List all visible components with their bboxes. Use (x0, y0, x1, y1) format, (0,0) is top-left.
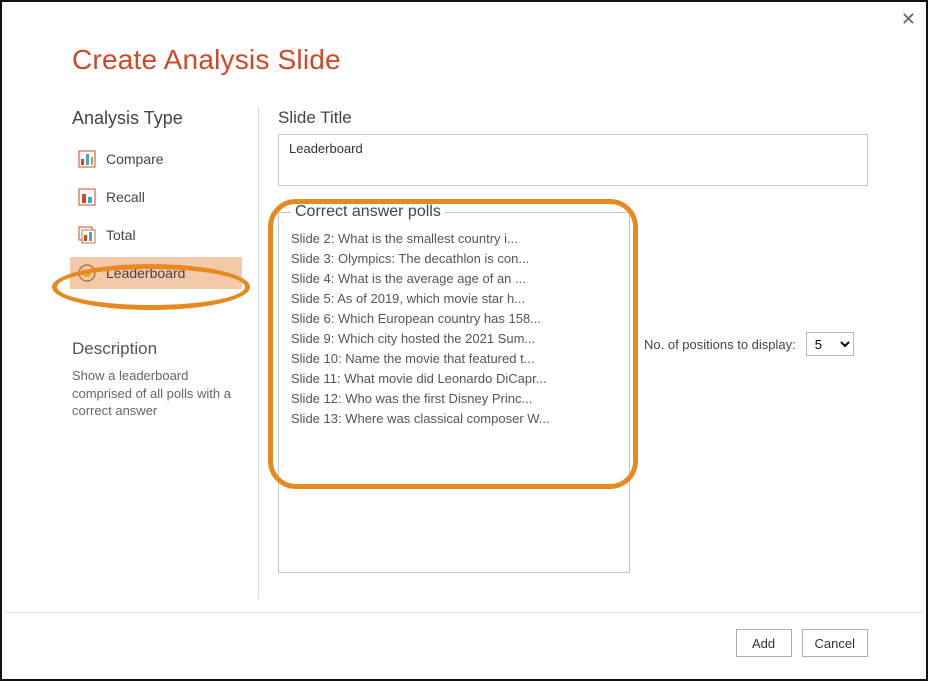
close-icon[interactable]: ✕ (901, 10, 916, 28)
content-area: Analysis Type Compare (72, 108, 868, 599)
analysis-item-label: Total (106, 227, 136, 243)
cancel-button[interactable]: Cancel (802, 629, 868, 657)
footer-separator (4, 612, 924, 613)
description-heading: Description (72, 339, 242, 359)
analysis-item-label: Compare (106, 151, 164, 167)
poll-item[interactable]: Slide 10: Name the movie that featured t… (291, 351, 617, 366)
analysis-item-recall[interactable]: Recall (72, 181, 242, 213)
analysis-type-list: Compare Recall (72, 143, 242, 289)
dialog-title: Create Analysis Slide (72, 44, 341, 76)
positions-select[interactable]: 5 (806, 332, 854, 356)
poll-item[interactable]: Slide 11: What movie did Leonardo DiCapr… (291, 371, 617, 386)
compare-icon (78, 150, 96, 168)
poll-item[interactable]: Slide 13: Where was classical composer W… (291, 411, 617, 426)
add-button[interactable]: Add (736, 629, 792, 657)
poll-item[interactable]: Slide 3: Olympics: The decathlon is con.… (291, 251, 617, 266)
analysis-item-leaderboard[interactable]: Leaderboard (70, 257, 242, 289)
analysis-item-label: Recall (106, 189, 145, 205)
slide-title-input[interactable] (278, 134, 868, 186)
positions-row: No. of positions to display: 5 (644, 332, 854, 356)
leaderboard-icon (78, 264, 96, 282)
vertical-divider (258, 108, 259, 599)
poll-item[interactable]: Slide 4: What is the average age of an .… (291, 271, 617, 286)
polls-fieldset: Correct answer polls Slide 2: What is th… (278, 203, 630, 573)
footer-buttons: Add Cancel (736, 629, 868, 657)
description-block: Description Show a leaderboard comprised… (72, 339, 242, 420)
polls-fieldset-wrap: Correct answer polls Slide 2: What is th… (278, 203, 630, 573)
poll-item[interactable]: Slide 5: As of 2019, which movie star h.… (291, 291, 617, 306)
slide-title-label: Slide Title (278, 108, 868, 128)
polls-legend: Correct answer polls (291, 203, 445, 221)
poll-item[interactable]: Slide 9: Which city hosted the 2021 Sum.… (291, 331, 617, 346)
poll-list: Slide 2: What is the smallest country i.… (291, 227, 617, 426)
description-text: Show a leaderboard comprised of all poll… (72, 367, 232, 420)
analysis-item-label: Leaderboard (106, 265, 185, 281)
poll-item[interactable]: Slide 6: Which European country has 158.… (291, 311, 617, 326)
dialog-frame: ✕ Create Analysis Slide Analysis Type Co… (0, 0, 928, 681)
sidebar: Analysis Type Compare (72, 108, 242, 420)
poll-item[interactable]: Slide 2: What is the smallest country i.… (291, 231, 617, 246)
analysis-item-compare[interactable]: Compare (72, 143, 242, 175)
analysis-type-heading: Analysis Type (72, 108, 242, 129)
total-icon (78, 226, 96, 244)
analysis-item-total[interactable]: Total (72, 219, 242, 251)
positions-label: No. of positions to display: (644, 337, 796, 352)
poll-item[interactable]: Slide 12: Who was the first Disney Princ… (291, 391, 617, 406)
recall-icon (78, 188, 96, 206)
